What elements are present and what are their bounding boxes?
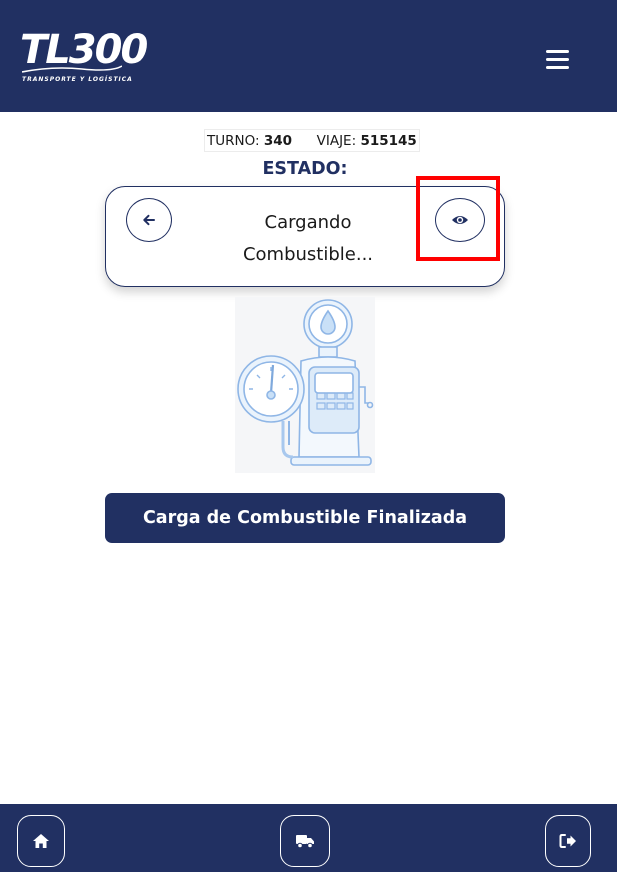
truck-icon (296, 835, 314, 849)
turno-value: 340 (263, 133, 293, 149)
logo-swoosh-icon (22, 65, 122, 73)
fuel-pump-icon (237, 299, 374, 466)
status-text: Cargando Combustible... (226, 207, 390, 271)
app-logo[interactable]: TL300 TRANSPORTE Y LOGÍSTICA (20, 30, 148, 83)
app-header: TL300 TRANSPORTE Y LOGÍSTICA (0, 0, 617, 112)
carga-finalizada-button[interactable]: Carga de Combustible Finalizada (105, 493, 505, 543)
estado-title: ESTADO: (262, 159, 348, 179)
fuel-pump-illustration (235, 297, 375, 473)
viaje-value: 515145 (360, 133, 417, 149)
logout-button[interactable] (545, 815, 591, 867)
trip-info: TURNO: 340 VIAJE: 515145 (204, 129, 420, 152)
home-icon (33, 834, 49, 848)
logo-tagline: TRANSPORTE Y LOGÍSTICA (22, 76, 133, 83)
viaje-label: VIAJE: (316, 133, 357, 149)
turno-label: TURNO: (207, 133, 260, 149)
arrow-left-icon (143, 214, 155, 226)
status-line-2: Combustible... (242, 244, 374, 265)
back-button[interactable] (126, 198, 172, 242)
logout-icon (559, 834, 576, 848)
truck-button[interactable] (280, 815, 330, 867)
bottom-nav (0, 804, 617, 872)
hamburger-menu-icon[interactable] (546, 50, 574, 72)
home-button[interactable] (17, 815, 65, 867)
highlight-annotation (416, 176, 500, 261)
status-line-1: Cargando (264, 212, 352, 233)
